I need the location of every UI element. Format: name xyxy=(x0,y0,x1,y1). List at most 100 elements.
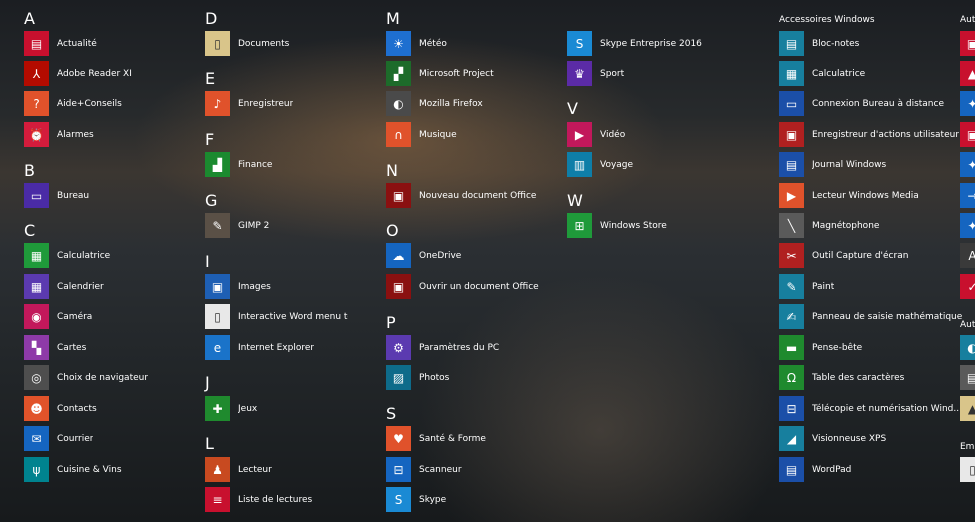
section-letter-w[interactable]: W xyxy=(567,193,583,209)
app-liste-lectures[interactable]: ≡ Liste de lectures xyxy=(205,487,312,512)
partial-tool-icon: ✦ xyxy=(960,213,975,238)
app-finance[interactable]: ▟ Finance xyxy=(205,152,272,177)
app-aide-conseils[interactable]: ? Aide+Conseils xyxy=(24,91,122,116)
app-label: Journal Windows xyxy=(812,159,887,170)
app-documents[interactable]: ▯ Documents xyxy=(205,31,289,56)
partial-app-tile[interactable]: → xyxy=(960,183,975,208)
app-meteo[interactable]: ☀ Météo xyxy=(386,31,447,56)
app-lecteur-windows-media[interactable]: ▶ Lecteur Windows Media xyxy=(779,183,919,208)
section-letter-d[interactable]: D xyxy=(205,11,217,27)
app-interactive-word-menu[interactable]: ▯ Interactive Word menu to ri xyxy=(205,304,348,329)
trophy-icon: ♛ xyxy=(567,61,592,86)
cloud-icon: ☁ xyxy=(386,243,411,268)
partial-app-tile[interactable]: ✦ xyxy=(960,213,975,238)
app-cuisine-vins[interactable]: ψ Cuisine & Vins xyxy=(24,457,122,482)
app-jeux[interactable]: ✚ Jeux xyxy=(205,396,257,421)
section-letter-g[interactable]: G xyxy=(205,193,217,209)
app-musique[interactable]: ∩ Musique xyxy=(386,122,457,147)
app-microsoft-project[interactable]: ▞ Microsoft Project xyxy=(386,61,494,86)
section-letter-f[interactable]: F xyxy=(205,132,214,148)
section-letter-a[interactable]: A xyxy=(24,11,35,27)
app-skype-entreprise[interactable]: S Skype Entreprise 2016 xyxy=(567,31,702,56)
app-windows-store[interactable]: ⊞ Windows Store xyxy=(567,213,667,238)
app-paint[interactable]: ✎ Paint xyxy=(779,274,834,299)
section-letter-n[interactable]: N xyxy=(386,163,398,179)
app-adobe-reader[interactable]: ⅄ Adobe Reader XI xyxy=(24,61,132,86)
app-label: Mozilla Firefox xyxy=(419,98,483,109)
app-courrier[interactable]: ✉ Courrier xyxy=(24,426,93,451)
section-letter-e[interactable]: E xyxy=(205,71,215,87)
partial-app-tile[interactable]: ▲ xyxy=(960,61,975,86)
partial-app-tile[interactable]: A xyxy=(960,243,975,268)
partial-app-tile[interactable]: ▯ xyxy=(960,457,975,482)
partial-app-tile[interactable]: ✓ xyxy=(960,274,975,299)
internet-explorer-icon: e xyxy=(205,335,230,360)
partial-app-tile[interactable]: ▤ xyxy=(960,365,975,390)
partial-app-tile[interactable]: ▲ xyxy=(960,396,975,421)
app-enregistreur-actions[interactable]: ▣ Enregistreur d'actions utilisateur xyxy=(779,122,959,147)
suitcase-icon: ▥ xyxy=(567,152,592,177)
section-letter-b[interactable]: B xyxy=(24,163,35,179)
partial-app-tile[interactable]: ▣ xyxy=(960,31,975,56)
skype-business-icon: S xyxy=(567,31,592,56)
app-journal-windows[interactable]: ▤ Journal Windows xyxy=(779,152,886,177)
section-letter-j[interactable]: J xyxy=(205,375,210,391)
partial-app-tile[interactable]: ▣ xyxy=(960,122,975,147)
app-lecteur[interactable]: ♟ Lecteur xyxy=(205,457,272,482)
app-gimp[interactable]: ✎ GIMP 2 xyxy=(205,213,269,238)
app-actualite[interactable]: ▤ Actualité xyxy=(24,31,97,56)
app-sport[interactable]: ♛ Sport xyxy=(567,61,624,86)
app-mozilla-firefox[interactable]: ◐ Mozilla Firefox xyxy=(386,91,483,116)
app-contacts[interactable]: ☻ Contacts xyxy=(24,396,97,421)
app-sante-forme[interactable]: ♥ Santé & Forme xyxy=(386,426,486,451)
partial-app-tile[interactable]: ✦ xyxy=(960,152,975,177)
app-skype[interactable]: S Skype xyxy=(386,487,446,512)
app-voyage[interactable]: ▥ Voyage xyxy=(567,152,633,177)
app-calendrier[interactable]: ▦ Calendrier xyxy=(24,274,104,299)
partial-app-tile[interactable]: ✦ xyxy=(960,91,975,116)
app-nouveau-document-office[interactable]: ▣ Nouveau document Office xyxy=(386,183,536,208)
section-letter-l[interactable]: L xyxy=(205,436,214,452)
app-outil-capture[interactable]: ✂ Outil Capture d'écran xyxy=(779,243,908,268)
app-label: Lecteur xyxy=(238,464,272,475)
app-calculatrice[interactable]: ▦ Calculatrice xyxy=(24,243,110,268)
section-letter-v[interactable]: V xyxy=(567,101,578,117)
app-visionneuse-xps[interactable]: ◢ Visionneuse XPS xyxy=(779,426,886,451)
app-pense-bete[interactable]: ▬ Pense-bête xyxy=(779,335,862,360)
app-calculatrice-accessoire[interactable]: ▦ Calculatrice xyxy=(779,61,865,86)
section-letter-m[interactable]: M xyxy=(386,11,400,27)
app-photos[interactable]: ▨ Photos xyxy=(386,365,449,390)
app-bloc-notes[interactable]: ▤ Bloc-notes xyxy=(779,31,859,56)
app-bureau[interactable]: ▭ Bureau xyxy=(24,183,89,208)
section-letter-c[interactable]: C xyxy=(24,223,35,239)
section-letter-i[interactable]: I xyxy=(205,254,210,270)
app-camera[interactable]: ◉ Caméra xyxy=(24,304,92,329)
app-panneau-saisie-math[interactable]: ✍ Panneau de saisie mathématique xyxy=(779,304,962,329)
app-video[interactable]: ▶ Vidéo xyxy=(567,122,625,147)
app-label: Télécopie et numérisation Wind... xyxy=(812,403,962,414)
fax-scan-icon: ⊟ xyxy=(779,396,804,421)
partial-font-icon: A xyxy=(960,243,975,268)
app-onedrive[interactable]: ☁ OneDrive xyxy=(386,243,461,268)
section-letter-o[interactable]: O xyxy=(386,223,399,239)
app-internet-explorer[interactable]: e Internet Explorer xyxy=(205,335,314,360)
app-alarmes[interactable]: ⏰ Alarmes xyxy=(24,122,94,147)
calendar-icon: ▦ xyxy=(24,274,49,299)
app-enregistreur[interactable]: ♪ Enregistreur xyxy=(205,91,293,116)
app-label: Enregistreur xyxy=(238,98,294,109)
app-wordpad[interactable]: ▤ WordPad xyxy=(779,457,851,482)
app-images[interactable]: ▣ Images xyxy=(205,274,271,299)
app-cartes[interactable]: ▚ Cartes xyxy=(24,335,86,360)
section-letter-p[interactable]: P xyxy=(386,315,396,331)
app-ouvrir-document-office[interactable]: ▣ Ouvrir un document Office xyxy=(386,274,539,299)
app-parametres-pc[interactable]: ⚙ Paramètres du PC xyxy=(386,335,499,360)
app-table-caracteres[interactable]: Ω Table des caractères xyxy=(779,365,904,390)
partial-app-tile[interactable]: ◐ xyxy=(960,335,975,360)
app-magnetophone[interactable]: ╲ Magnétophone xyxy=(779,213,879,238)
app-telecopie-numerisation[interactable]: ⊟ Télécopie et numérisation Wind... xyxy=(779,396,962,421)
app-scanneur[interactable]: ⊟ Scanneur xyxy=(386,457,462,482)
app-connexion-bureau-distance[interactable]: ▭ Connexion Bureau à distance xyxy=(779,91,944,116)
app-label: Magnétophone xyxy=(812,220,880,231)
section-letter-s[interactable]: S xyxy=(386,406,396,422)
app-choix-navigateur[interactable]: ◎ Choix de navigateur xyxy=(24,365,148,390)
